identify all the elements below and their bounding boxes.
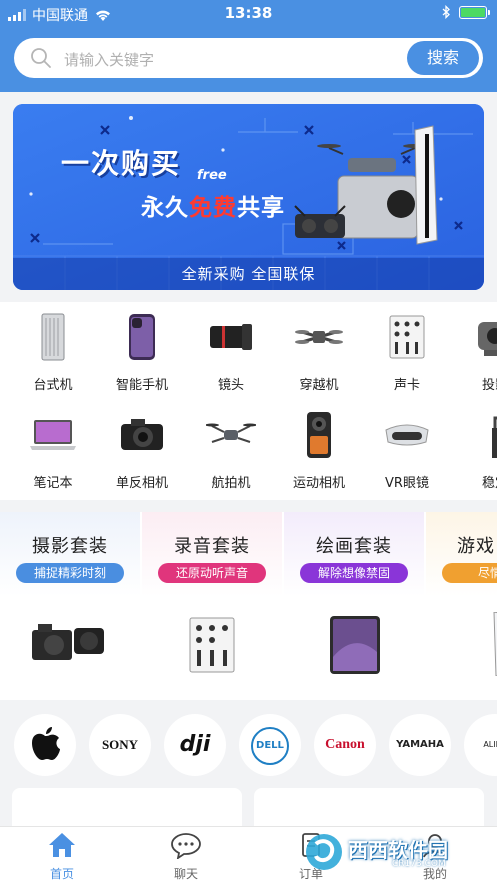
category-lens[interactable]: 镜头 (191, 312, 271, 393)
brand-apple[interactable] (14, 714, 76, 776)
category-label: 台式机 (33, 378, 73, 393)
audio-mixer-icon (389, 315, 425, 359)
apple-logo-icon (32, 727, 60, 760)
set-tag: 还原动听声音 (158, 563, 266, 583)
projector-icon (478, 322, 497, 356)
banner-subline-highlight: 免费 (189, 195, 237, 221)
promo-banner[interactable]: 一次购买 free 永久免费共享 全新采购 全国联保 (13, 104, 484, 290)
camera-lens-icon (210, 324, 252, 350)
set-title: 录音套装 (174, 536, 250, 557)
category-label: 稳定 (481, 476, 497, 491)
watermark-sub: CR173.COM (392, 859, 446, 869)
set-title: 绘画套装 (316, 536, 392, 557)
camera-kit-image (32, 624, 104, 660)
category-fpv[interactable]: 穿越机 (279, 312, 359, 393)
search-button[interactable]: 搜索 (407, 41, 479, 75)
brand-dell[interactable]: DELL (239, 714, 301, 776)
tab-home[interactable]: 首页 (17, 831, 107, 882)
category-vr[interactable]: VR眼镜 (367, 410, 447, 491)
bundle-sets: 摄影套装 捕捉精彩时刻 录音套装 还原动听声音 绘画套装 解除想像禁固 游戏 尽… (0, 512, 497, 700)
tab-chat[interactable]: 聊天 (141, 831, 231, 882)
smartphone-icon (129, 314, 155, 360)
category-label: 投影 (481, 378, 497, 393)
category-label: 镜头 (217, 378, 244, 393)
category-desktop[interactable]: 台式机 (13, 312, 93, 393)
category-gimbal[interactable]: 稳定 (455, 410, 497, 491)
tab-label: 聊天 (173, 867, 198, 881)
category-label: 运动相机 (292, 476, 345, 491)
category-aerial[interactable]: 航拍机 (191, 410, 271, 491)
category-projector[interactable]: 投影 (455, 312, 497, 393)
banner-subline-suffix: 共享 (237, 195, 285, 221)
category-action-cam[interactable]: 运动相机 (279, 410, 359, 491)
home-icon (49, 833, 75, 857)
aerial-drone-icon (205, 423, 257, 443)
battery-icon (459, 5, 490, 19)
dslr-camera-icon (121, 419, 163, 450)
tablet-kit-image (330, 616, 380, 674)
brand-alienware[interactable]: ALIEN (464, 714, 497, 776)
banner-subline-prefix: 永久 (141, 195, 189, 221)
set-recording[interactable]: 录音套装 还原动听声音 (142, 512, 282, 700)
watermark: 西西软件园 CR173.COM (300, 830, 480, 874)
category-grid: 台式机 智能手机 镜头 穿越机 声卡 投影 笔记本 单反相机 航拍机 运动相机 … (0, 302, 497, 500)
brand-list: SONY dji DELL Canon YAMAHA ALIEN (0, 708, 497, 788)
set-tag: 尽情释 (442, 563, 497, 583)
console-kit-image (493, 612, 497, 676)
brand-yamaha[interactable]: YAMAHA (389, 714, 451, 776)
category-laptop[interactable]: 笔记本 (13, 410, 93, 491)
category-label: 穿越机 (299, 378, 339, 393)
banner-footer: 全新采购 全国联保 (13, 258, 484, 290)
bluetooth-icon (442, 5, 450, 19)
set-photography[interactable]: 摄影套装 捕捉精彩时刻 (0, 512, 140, 700)
mixer-kit-image (189, 617, 235, 673)
category-label: VR眼镜 (385, 476, 429, 491)
category-label: 笔记本 (33, 476, 73, 491)
banner-subline: 永久免费共享 (141, 188, 285, 222)
set-title: 游戏 (457, 536, 495, 557)
search-bar[interactable]: 请输入关键字 搜索 (14, 38, 483, 78)
category-soundcard[interactable]: 声卡 (367, 312, 447, 393)
action-camera-icon (307, 412, 331, 458)
set-title: 摄影套装 (32, 536, 108, 557)
brand-canon[interactable]: Canon (314, 714, 376, 776)
chat-bubble-icon (171, 833, 201, 860)
set-tag: 捕捉精彩时刻 (16, 563, 124, 583)
app-header: 中国联通 13:38 请输入关键字 搜索 (0, 0, 497, 92)
vr-headset-icon (385, 424, 429, 446)
banner-headline: 一次购买 (61, 147, 182, 180)
category-dslr[interactable]: 单反相机 (102, 410, 182, 491)
category-label: 智能手机 (115, 378, 168, 393)
brand-dji[interactable]: dji (164, 714, 226, 776)
category-smartphone[interactable]: 智能手机 (102, 312, 182, 393)
desktop-tower-icon (41, 313, 65, 361)
category-label: 航拍机 (211, 476, 251, 491)
product-cards (0, 788, 497, 828)
category-label: 单反相机 (115, 476, 168, 491)
brand-sony[interactable]: SONY (89, 714, 151, 776)
set-painting[interactable]: 绘画套装 解除想像禁固 (284, 512, 424, 700)
gimbal-stabilizer-icon (492, 416, 497, 458)
fpv-drone-icon (295, 330, 343, 344)
laptop-icon (30, 420, 76, 450)
status-bar: 中国联通 13:38 (0, 0, 497, 28)
category-label: 声卡 (393, 378, 420, 393)
search-input[interactable]: 请输入关键字 (64, 49, 154, 70)
clock: 13:38 (224, 4, 273, 22)
banner-free-text: free (197, 168, 227, 183)
set-gaming[interactable]: 游戏 尽情释 (426, 512, 497, 700)
tab-label: 首页 (49, 867, 74, 881)
product-card[interactable] (12, 788, 242, 828)
search-icon (31, 48, 51, 68)
product-card[interactable] (254, 788, 484, 828)
set-tag: 解除想像禁固 (300, 563, 408, 583)
dell-logo: DELL (251, 726, 289, 765)
